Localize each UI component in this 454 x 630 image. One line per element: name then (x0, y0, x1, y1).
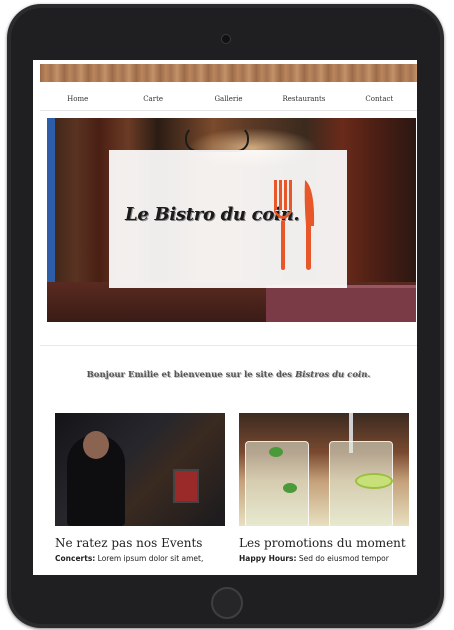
fork-icon (274, 180, 292, 270)
knife-icon (304, 180, 315, 270)
screen: Home Carte Gallerie Restaurants Contact … (33, 60, 417, 575)
hero-table (266, 285, 416, 322)
concert-image[interactable] (55, 413, 225, 526)
nav-item-carte[interactable]: Carte (115, 95, 190, 103)
welcome-text: Bonjour Emilie et bienvenue sur le site … (86, 370, 296, 380)
section-divider (40, 345, 417, 346)
card-label: Happy Hours: (239, 554, 297, 563)
nav-item-restaurants[interactable]: Restaurants (266, 95, 341, 103)
nav-item-home[interactable]: Home (40, 95, 115, 103)
card-description: Concerts: Lorem ipsum dolor sit amet, (55, 554, 225, 564)
mint-leaf (283, 483, 297, 493)
singer-head (83, 431, 109, 459)
welcome-emphasis: Bistros du coin. (295, 370, 371, 380)
events-card[interactable]: Ne ratez pas nos Events Concerts: Lorem … (55, 413, 225, 564)
nav-item-gallerie[interactable]: Gallerie (191, 95, 266, 103)
card-title[interactable]: Les promotions du moment (239, 536, 409, 550)
tablet-device: Home Carte Gallerie Restaurants Contact … (7, 4, 444, 628)
logo-panel: Le Bistro du coin. (109, 150, 347, 288)
welcome-message: Bonjour Emilie et bienvenue sur le site … (40, 370, 417, 380)
card-body-text: Lorem ipsum dolor sit amet, (95, 554, 204, 563)
card-description: Happy Hours: Sed do eiusmod tempor (239, 554, 409, 564)
hero-decor (47, 118, 55, 298)
main-navigation: Home Carte Gallerie Restaurants Contact (40, 88, 417, 111)
bicycle-decor (185, 126, 249, 152)
promotions-card[interactable]: Les promotions du moment Happy Hours: Se… (239, 413, 409, 564)
hero-banner: Le Bistro du coin. (47, 118, 416, 322)
mint-leaf (269, 447, 283, 457)
stage-light (173, 469, 199, 503)
card-label: Concerts: (55, 554, 96, 563)
wood-header-banner (40, 64, 417, 82)
lime-slice (355, 473, 393, 489)
nav-item-contact[interactable]: Contact (342, 95, 417, 103)
camera-icon (221, 34, 231, 44)
home-button[interactable] (211, 587, 243, 619)
cocktails-image[interactable] (239, 413, 409, 526)
card-body-text: Sed do eiusmod tempor (296, 554, 389, 563)
card-title[interactable]: Ne ratez pas nos Events (55, 536, 225, 550)
